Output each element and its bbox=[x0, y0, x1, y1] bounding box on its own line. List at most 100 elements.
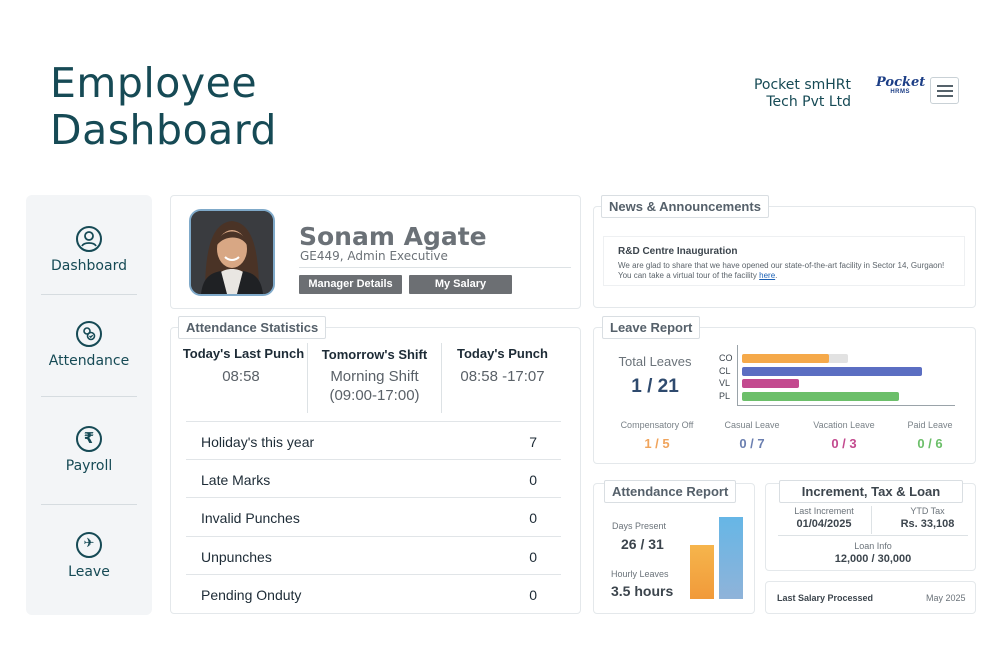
bar-cl bbox=[742, 366, 922, 376]
bar-vl bbox=[742, 379, 799, 388]
ytd-tax-value: Rs. 33,108 bbox=[900, 518, 955, 530]
row-value: 0 bbox=[529, 549, 537, 565]
page-title-line2: Dashboard bbox=[50, 106, 277, 154]
plane-icon: ✈ bbox=[76, 532, 102, 558]
leave-type-casual: Casual Leave 0 / 7 bbox=[702, 420, 802, 451]
employee-name: Sonam Agate bbox=[299, 222, 487, 251]
leave-type-value: 0 / 6 bbox=[917, 436, 943, 451]
page-title-line1: Employee bbox=[50, 59, 258, 107]
bar-label-cl: CL bbox=[719, 365, 731, 376]
sidebar-item-dashboard[interactable]: Dashboard bbox=[26, 226, 152, 274]
leave-type-value: 0 / 7 bbox=[739, 436, 765, 451]
row-label: Invalid Punches bbox=[201, 510, 300, 526]
pocket-hrms-logo: Pocket HRMS bbox=[876, 75, 926, 104]
days-present-label: Days Present bbox=[612, 521, 667, 531]
sidebar-divider bbox=[41, 504, 137, 505]
table-row: Late Marks 0 bbox=[186, 459, 561, 497]
sidebar-item-label: Dashboard bbox=[51, 258, 127, 274]
row-label: Pending Onduty bbox=[201, 587, 302, 603]
last-increment-label: Last Increment bbox=[794, 506, 854, 516]
user-circle-icon bbox=[76, 226, 102, 252]
row-value: 0 bbox=[529, 587, 537, 603]
employee-role: GE449, Admin Executive bbox=[300, 249, 448, 263]
news-item: R&D Centre Inauguration We are glad to s… bbox=[603, 236, 965, 286]
sidebar-divider bbox=[41, 294, 137, 295]
sidebar-item-attendance[interactable]: Attendance bbox=[26, 321, 152, 369]
bar-label-vl: VL bbox=[719, 378, 731, 388]
tomorrow-shift-header: Tomorrow's Shift bbox=[321, 347, 428, 362]
last-punch-header: Today's Last Punch bbox=[182, 346, 305, 361]
table-row: Unpunches 0 bbox=[186, 536, 561, 574]
avatar bbox=[189, 209, 275, 296]
days-present-value: 26 / 31 bbox=[621, 536, 664, 552]
attendance-report-title: Attendance Report bbox=[604, 480, 737, 503]
news-item-body: We are glad to share that we have opened… bbox=[618, 261, 945, 280]
row-label: Late Marks bbox=[201, 472, 271, 488]
manager-details-button[interactable]: Manager Details bbox=[299, 275, 402, 294]
row-value: 0 bbox=[529, 472, 537, 488]
loan-info-label: Loan Info bbox=[854, 541, 892, 551]
news-link[interactable]: here bbox=[759, 271, 775, 280]
chart-axis bbox=[737, 405, 955, 406]
leave-type-paid: Paid Leave 0 / 6 bbox=[880, 420, 980, 451]
row-value: 7 bbox=[529, 434, 537, 450]
shift-time: (09:00-17:00) bbox=[329, 387, 420, 404]
hourly-leaves-value: 3.5 hours bbox=[611, 583, 674, 599]
leave-type-vacation: Vacation Leave 0 / 3 bbox=[794, 420, 894, 451]
bar-pl bbox=[742, 391, 899, 401]
increment-title: Increment, Tax & Loan bbox=[779, 480, 963, 503]
sidebar-item-leave[interactable]: ✈ Leave bbox=[26, 532, 152, 580]
loan-info-value: 12,000 / 30,000 bbox=[834, 553, 912, 565]
attendance-statistics-title: Attendance Statistics bbox=[178, 316, 327, 339]
page-title: Employee Dashboard bbox=[50, 60, 277, 154]
bar-co bbox=[742, 354, 829, 363]
logo-text: Pocket bbox=[876, 75, 926, 90]
news-title: News & Announcements bbox=[601, 195, 769, 218]
sidebar-item-label: Payroll bbox=[65, 458, 113, 474]
tomorrow-shift-value: Morning Shift (09:00-17:00) bbox=[308, 367, 441, 405]
row-label: Holiday's this year bbox=[201, 434, 315, 450]
last-salary-value: May 2025 bbox=[926, 593, 966, 603]
last-increment: Last Increment 01/04/2025 bbox=[778, 506, 870, 530]
last-punch-value: 08:58 bbox=[222, 368, 260, 385]
news-item-title: R&D Centre Inauguration bbox=[618, 246, 738, 257]
todays-punch-header: Today's Punch bbox=[457, 346, 548, 361]
company-name-line2: Tech Pvt Ltd bbox=[766, 94, 851, 110]
divider bbox=[778, 535, 968, 536]
sidebar-divider bbox=[41, 396, 137, 397]
sidebar-item-payroll[interactable]: ₹ Payroll bbox=[26, 426, 152, 474]
total-leaves-label: Total Leaves bbox=[618, 354, 692, 369]
my-salary-button[interactable]: My Salary bbox=[409, 275, 512, 294]
ytd-tax-label: YTD Tax bbox=[910, 506, 945, 516]
bar-label-co: CO bbox=[719, 353, 733, 363]
table-row: Pending Onduty 0 bbox=[186, 574, 561, 612]
bar-label-pl: PL bbox=[719, 390, 731, 401]
todays-punch-value: 08:58 -17:07 bbox=[460, 368, 545, 385]
sidebar-item-label: Leave bbox=[68, 564, 110, 580]
chart-axis bbox=[737, 345, 738, 405]
last-increment-value: 01/04/2025 bbox=[796, 518, 852, 530]
hourly-leaves-label: Hourly Leaves bbox=[611, 569, 669, 579]
loan-info: Loan Info 12,000 / 30,000 bbox=[778, 541, 968, 565]
hamburger-icon bbox=[937, 85, 953, 87]
leave-report-title: Leave Report bbox=[602, 316, 701, 339]
total-leaves-value: 1 / 21 bbox=[631, 376, 679, 397]
leave-type-value: 0 / 3 bbox=[831, 436, 857, 451]
shift-name: Morning Shift bbox=[330, 368, 419, 385]
ytd-tax: YTD Tax Rs. 33,108 bbox=[880, 506, 975, 530]
sidebar-item-label: Attendance bbox=[48, 353, 130, 369]
company-name-line1: Pocket smHRt bbox=[753, 77, 851, 93]
sidebar: Dashboard Attendance ₹ Payroll ✈ Leave bbox=[26, 195, 152, 615]
leave-type-compensatory: Compensatory Off 1 / 5 bbox=[607, 420, 707, 451]
rupee-icon: ₹ bbox=[76, 426, 102, 452]
row-value: 0 bbox=[529, 510, 537, 526]
divider bbox=[871, 506, 872, 534]
hamburger-menu-button[interactable] bbox=[930, 77, 959, 104]
attendance-icon bbox=[76, 321, 102, 347]
leave-type-label: Paid Leave bbox=[907, 420, 953, 430]
leave-type-label: Compensatory Off bbox=[620, 420, 694, 430]
table-row: Holiday's this year 7 bbox=[186, 421, 561, 459]
leave-type-label: Casual Leave bbox=[724, 420, 780, 430]
leave-type-value: 1 / 5 bbox=[644, 436, 670, 451]
present-bar bbox=[690, 545, 714, 599]
